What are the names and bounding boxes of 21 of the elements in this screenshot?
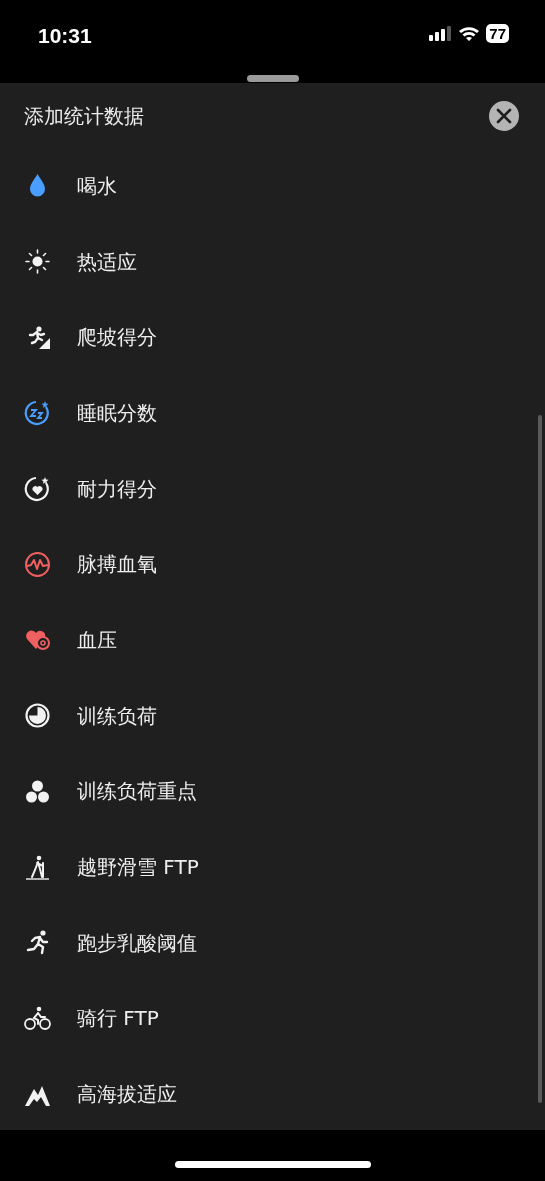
stat-list-item[interactable]: 爬坡得分: [0, 299, 545, 376]
stat-list-item[interactable]: 脉搏血氧: [0, 526, 545, 603]
stat-list-item[interactable]: 耐力得分: [0, 450, 545, 527]
stat-list-item[interactable]: 训练负荷重点: [0, 753, 545, 830]
close-icon: [496, 107, 512, 124]
sheet-grabber[interactable]: [247, 75, 299, 82]
battery-level: 77: [486, 24, 509, 43]
stat-list-item[interactable]: 血压: [0, 602, 545, 678]
stat-list-item[interactable]: 训练负荷: [0, 677, 545, 754]
wifi-icon: [458, 25, 481, 42]
status-time: 10:31: [38, 23, 92, 49]
close-button[interactable]: [489, 100, 519, 131]
sheet-title: 添加统计数据: [24, 102, 144, 130]
signal-icon: [429, 26, 453, 41]
stat-list-item[interactable]: 高海拔适应: [0, 1056, 545, 1132]
stat-list-item[interactable]: 热适应: [0, 223, 545, 300]
stat-list-item[interactable]: 骑行 FTP: [0, 980, 545, 1057]
stat-list-item[interactable]: 喝水: [0, 148, 545, 224]
stat-list-item[interactable]: 越野滑雪 FTP: [0, 829, 545, 905]
stat-list-item[interactable]: 跑步乳酸阈值: [0, 904, 545, 981]
stat-list-item[interactable]: 睡眠分数: [0, 375, 545, 451]
